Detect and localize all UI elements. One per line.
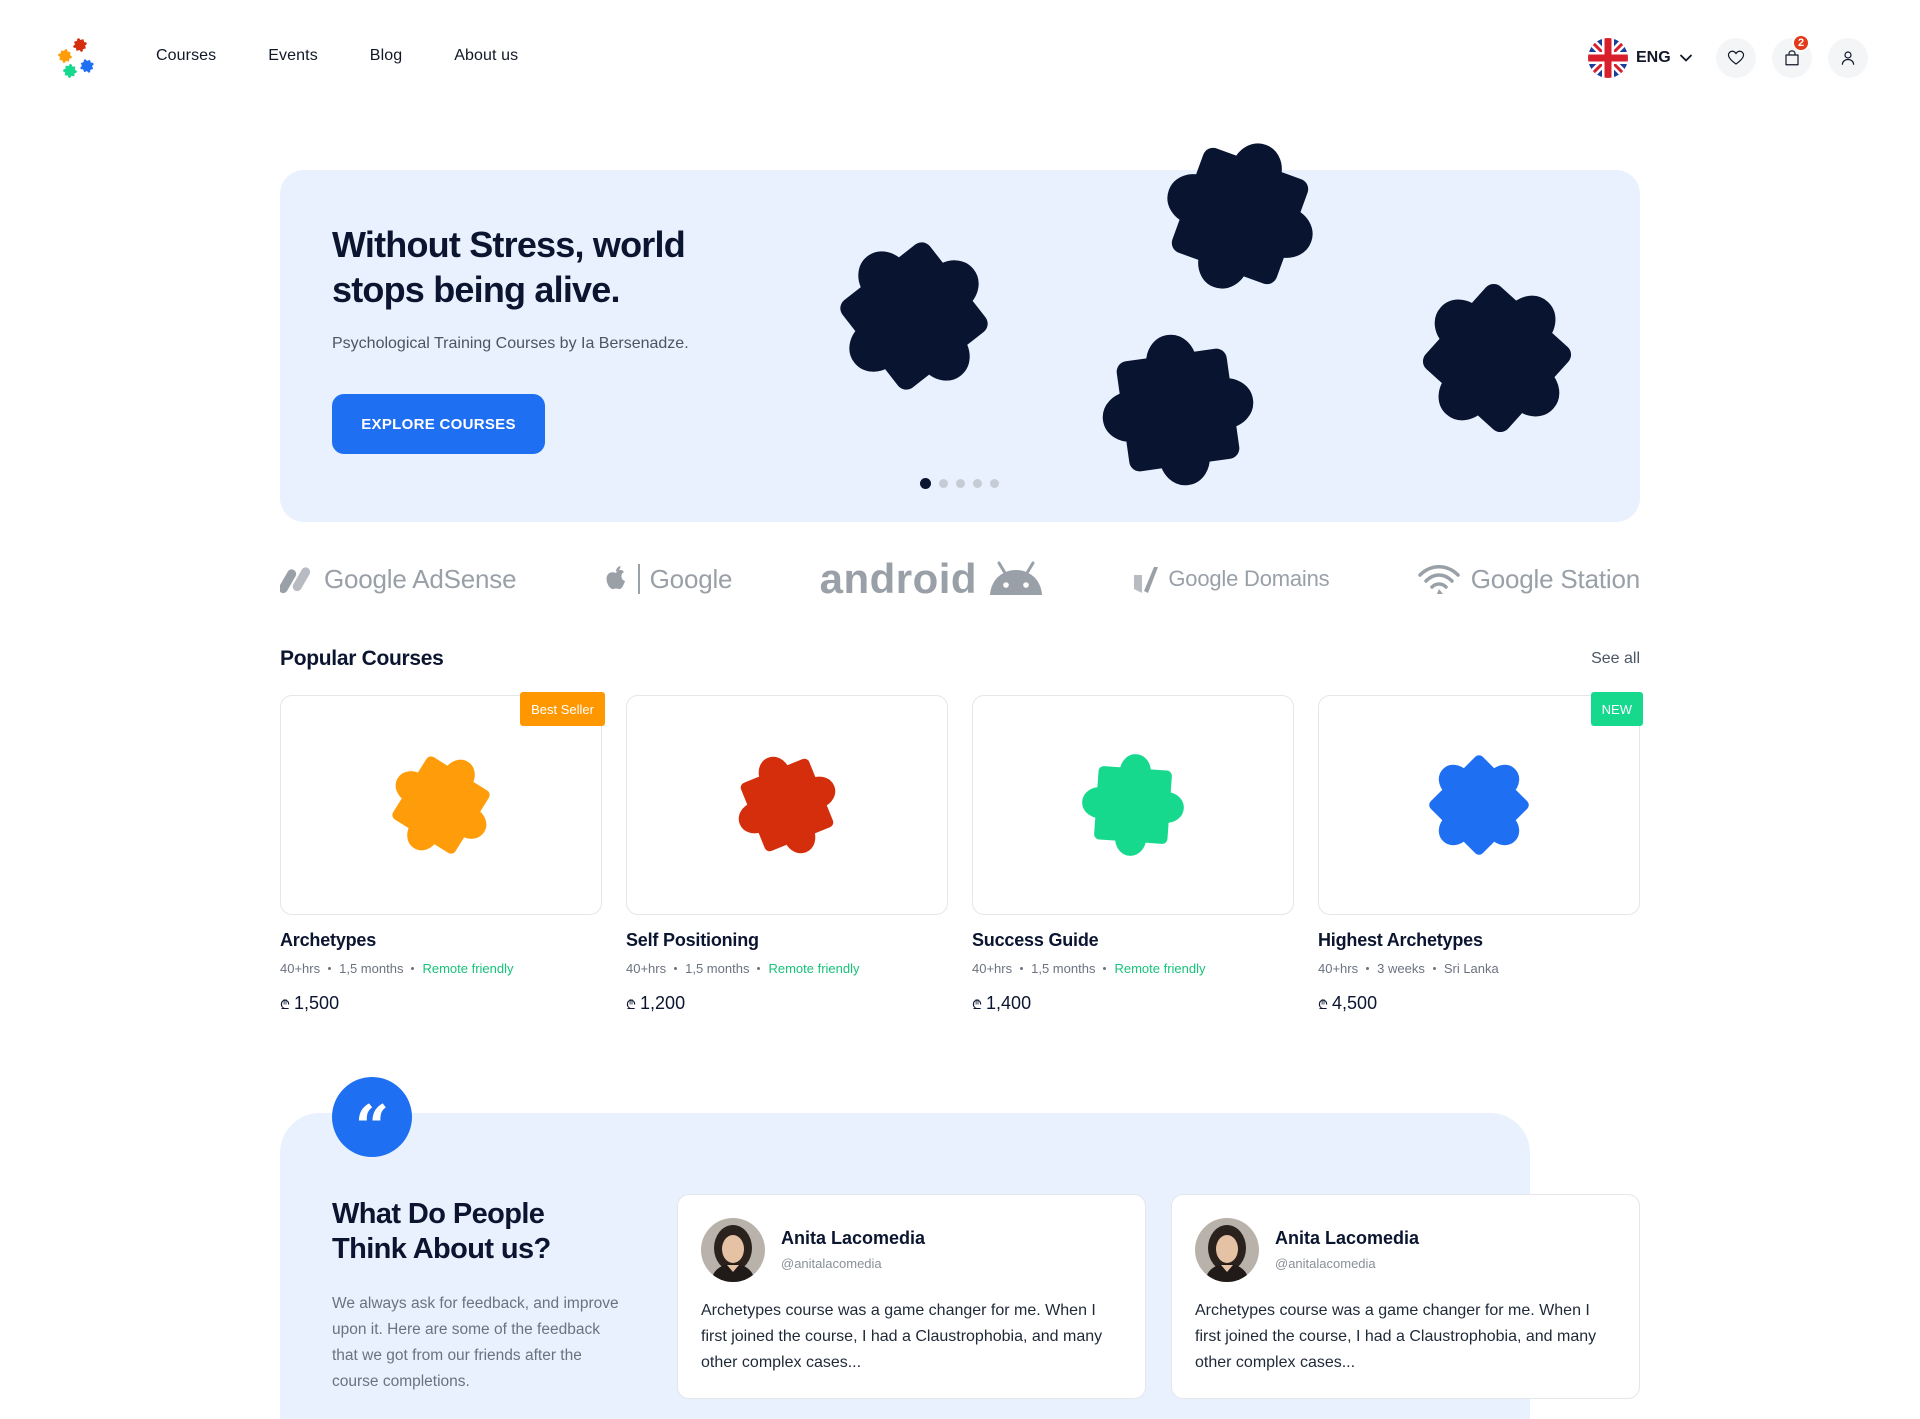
course-thumbnail: NEW [1318,692,1643,915]
new-badge: NEW [1590,692,1643,726]
cart-count-badge: 2 [1792,34,1810,52]
brand-android: android [820,555,1046,603]
course-card[interactable]: NEW Highest Archetypes 40+hrs 3 weeks Sr… [1318,692,1643,1014]
uk-flag-icon [1588,38,1628,78]
user-icon [1841,51,1855,65]
puzzle-piece-icon [361,725,521,885]
partner-logos: Google AdSense Google android Google Dom… [280,553,1640,605]
android-logo-icon [990,561,1043,595]
logo-icon[interactable] [56,36,100,82]
wishlist-button[interactable] [1716,38,1756,78]
course-price: ₾ 1,200 [626,993,686,1013]
carousel-dot[interactable] [973,479,982,488]
chevron-down-icon [1679,54,1692,62]
hero-title: Without Stress, world stops being alive. [332,224,686,310]
review-text: Archetypes course was a game changer for… [701,1302,1103,1371]
currency-symbol: ₾ [626,996,637,1012]
course-thumbnail [626,695,948,915]
explore-courses-button[interactable]: EXPLORE COURSES [332,394,545,454]
cart-button[interactable]: 2 [1772,34,1812,78]
brand-google-station: Google Station [1417,563,1640,595]
review-card[interactable]: Anita Lacomedia @anitalacomedia Archetyp… [1171,1194,1640,1399]
carousel-dot[interactable] [920,478,931,489]
puzzle-piece-icon [707,725,867,885]
course-thumbnail: Best Seller [280,692,605,915]
nav-events-link[interactable]: Events [268,47,318,65]
top-navbar: Courses Events Blog About us ENG 2 [0,0,1920,116]
avatar [1195,1218,1259,1282]
currency-symbol: ₾ [972,996,983,1012]
profile-button[interactable] [1828,38,1868,78]
course-meta: 40+hrs 3 weeks Sri Lanka [1318,961,1499,976]
course-card[interactable]: Best Seller Archetypes 40+hrs 1,5 months… [280,692,605,1014]
carousel-dot[interactable] [939,479,948,488]
brand-google-adsense: Google AdSense [280,564,517,595]
reviewer-name: Anita Lacomedia [1275,1228,1420,1248]
course-title: Highest Archetypes [1318,930,1483,950]
reviewer-name: Anita Lacomedia [781,1228,926,1248]
hero-subtitle: Psychological Training Courses by Ia Ber… [332,335,689,352]
carousel-dot[interactable] [990,479,999,488]
main-nav: Courses Events Blog About us [156,47,518,65]
nav-blog-link[interactable]: Blog [370,47,402,65]
course-price: ₾ 4,500 [1318,993,1378,1013]
course-card[interactable]: Success Guide 40+hrs 1,5 months Remote f… [972,695,1294,1014]
course-price: ₾ 1,400 [972,993,1032,1013]
testimonials-subtitle: We always ask for feedback, and improve … [332,1295,619,1390]
language-label: ENG [1636,49,1671,66]
apple-logo-icon [606,566,625,590]
course-card[interactable]: Self Positioning 40+hrs 1,5 months Remot… [626,695,948,1014]
wifi-logo-icon [1418,565,1460,594]
heart-icon [1727,50,1745,65]
course-meta: 40+hrs 1,5 months Remote friendly [280,961,514,976]
brand-apple-google: Google [604,564,732,595]
carousel-dot[interactable] [956,479,965,488]
course-title: Success Guide [972,930,1099,950]
nav-about-link[interactable]: About us [454,47,518,65]
currency-symbol: ₾ [1318,996,1329,1012]
review-text: Archetypes course was a game changer for… [1195,1302,1597,1371]
course-thumbnail [972,695,1294,915]
language-selector[interactable]: ENG [1588,38,1693,78]
course-meta: 40+hrs 1,5 months Remote friendly [626,961,860,976]
course-title: Self Positioning [626,930,759,950]
hero-banner: Without Stress, world stops being alive.… [280,170,1640,522]
quote-icon: “ [332,1077,412,1158]
nav-courses-link[interactable]: Courses [156,47,216,65]
testimonials-title: What Do People Think About us? [332,1198,551,1265]
brand-google-domains: Google Domains [1132,565,1330,593]
adsense-logo-icon [280,567,311,594]
review-card[interactable]: Anita Lacomedia @anitalacomedia Archetyp… [677,1194,1146,1399]
reviewer-handle: @anitalacomedia [781,1256,882,1271]
puzzle-piece-icon [1399,725,1559,885]
course-price: ₾ 1,500 [280,993,340,1013]
see-all-link[interactable]: See all [1591,650,1640,668]
google-domains-logo-icon [1134,567,1159,593]
puzzle-piece-icon [1053,725,1213,885]
reviewer-handle: @anitalacomedia [1275,1256,1376,1271]
carousel-dots [920,478,999,489]
currency-symbol: ₾ [280,996,291,1012]
popular-courses-title: Popular Courses [280,647,444,670]
avatar [701,1218,765,1282]
best-seller-badge: Best Seller [520,692,605,726]
course-title: Archetypes [280,930,377,950]
course-meta: 40+hrs 1,5 months Remote friendly [972,961,1206,976]
divider [637,564,640,594]
